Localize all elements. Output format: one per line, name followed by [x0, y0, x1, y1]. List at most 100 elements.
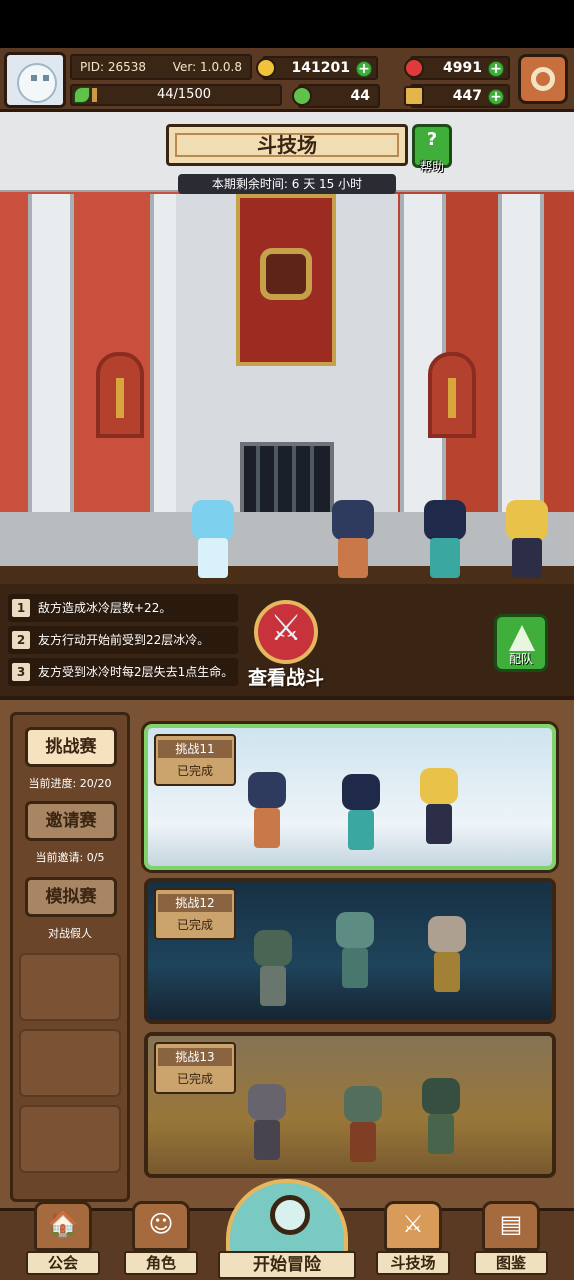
- hero-head: [506, 500, 548, 540]
- challenge-name: 挑战11: [158, 740, 232, 758]
- hero-body: [426, 804, 452, 844]
- clover-counter: 44: [292, 84, 380, 108]
- xp-value: 44/1500: [156, 87, 211, 102]
- ally-hero-2: [410, 492, 480, 582]
- modifier-text: 友方受到冰冷时每2层失去1点生命。: [38, 665, 234, 679]
- challenge-card[interactable]: 挑战13 已完成: [144, 1032, 556, 1178]
- nav-adventure[interactable]: 开始冒险: [218, 1179, 356, 1280]
- season-timer: 本期剩余时间: 6 天 15 小时: [178, 174, 396, 194]
- mode-sidebar: 挑战赛 当前进度: 20/20 邀请赛 当前邀请: 0/5 模拟赛 对战假人: [10, 712, 130, 1202]
- page-title: 斗技场: [166, 124, 408, 166]
- scroll-counter: 447 +: [404, 84, 510, 108]
- modifier-line: 2 友方行动开始前受到22层冰冷。: [8, 626, 238, 654]
- nav-character[interactable]: ☺ 角色: [124, 1201, 198, 1280]
- challenge-tag: 挑战11 已完成: [154, 734, 236, 786]
- hero-body: [430, 538, 460, 578]
- challenge-status: 已完成: [176, 1072, 213, 1086]
- red-gem-icon: [404, 58, 424, 78]
- arena-panel: 挑战赛 当前进度: 20/20 邀请赛 当前邀请: 0/5 模拟赛 对战假人 挑…: [0, 696, 574, 1208]
- hero-head: [248, 772, 286, 808]
- avatar-face: [17, 63, 57, 103]
- invite-mode-button[interactable]: 邀请赛: [25, 801, 117, 841]
- nav-codex[interactable]: ▤ 图鉴: [474, 1201, 548, 1280]
- resource-bar: PID: 26538 Ver: 1.0.0.8 44/1500 141201 +…: [0, 48, 574, 112]
- hero-body: [338, 538, 368, 578]
- wall-niche: [96, 352, 144, 438]
- gear-icon: [531, 67, 555, 91]
- add-gold-button[interactable]: +: [356, 61, 372, 77]
- sword-icon: [116, 378, 124, 418]
- face-icon: ☺: [148, 1210, 174, 1238]
- modifier-line: 1 敌方造成冰冷层数+22。: [8, 594, 238, 622]
- clover-value: 44: [350, 88, 370, 104]
- settings-button[interactable]: [518, 54, 568, 104]
- bottom-nav: 🏠 公会 ☺ 角色 开始冒险 ⚔ 斗技场 ▤ 图鉴: [0, 1179, 574, 1280]
- gold-counter: 141201 +: [256, 56, 378, 80]
- modifier-line: 3 友方受到冰冷时每2层失去1点生命。: [8, 658, 238, 686]
- challenge-status: 已完成: [176, 764, 213, 778]
- gem-value: 4991: [443, 60, 482, 76]
- sword-icon: [448, 378, 456, 418]
- xp-bar: 44/1500: [70, 84, 282, 106]
- modifier-text: 敌方造成冰冷层数+22。: [38, 601, 172, 615]
- challenge-status: 已完成: [176, 918, 213, 932]
- scroll-value: 447: [452, 88, 482, 104]
- arena-banner: [236, 194, 336, 366]
- add-scroll-button[interactable]: +: [488, 89, 504, 105]
- nav-arena[interactable]: ⚔ 斗技场: [376, 1201, 450, 1280]
- team-setup-button[interactable]: 配队: [494, 614, 548, 672]
- nav-adventure-label: 开始冒险: [218, 1251, 356, 1279]
- hero-body: [512, 538, 542, 578]
- ally-hero-1: [318, 492, 388, 582]
- enemy-ice-queen: [178, 492, 248, 582]
- challenge-mode-button[interactable]: 挑战赛: [25, 727, 117, 767]
- game-version: Ver: 1.0.0.8: [172, 60, 242, 74]
- help-button[interactable]: ? 帮助: [412, 124, 452, 174]
- scene-pillar: [498, 194, 544, 514]
- simulate-mode-button[interactable]: 模拟赛: [25, 877, 117, 917]
- hero-body: [348, 810, 374, 850]
- challenge-name: 挑战13: [158, 1048, 232, 1066]
- team-setup-label: 配队: [508, 652, 533, 666]
- hero-head: [420, 768, 458, 804]
- view-battle-label: 查看战斗: [247, 667, 324, 689]
- shop-icon: 🏠: [48, 1210, 78, 1238]
- team-hero: [332, 770, 390, 854]
- ally-hero-3: [492, 492, 562, 582]
- avatar-eye: [43, 75, 49, 81]
- challenge-card[interactable]: 挑战12 已完成: [144, 878, 556, 1024]
- view-battle-button[interactable]: 查看战斗: [232, 600, 340, 692]
- crossed-swords-icon: ⚔: [402, 1210, 424, 1238]
- team-hero: [238, 768, 296, 852]
- player-id: PID: 26538: [80, 60, 147, 74]
- modifier-number: 1: [12, 599, 30, 617]
- clover-icon: [292, 86, 312, 106]
- avatar-eye: [31, 75, 37, 81]
- status-bar: [0, 0, 574, 48]
- arena-icon: ⚔: [384, 1201, 442, 1251]
- book-icon: ▤: [499, 1210, 523, 1238]
- player-info: PID: 26538 Ver: 1.0.0.8: [70, 54, 252, 80]
- nav-guild[interactable]: 🏠 公会: [26, 1201, 100, 1280]
- hero-body: [254, 808, 280, 848]
- add-gem-button[interactable]: +: [488, 61, 504, 77]
- banner-emblem: [260, 248, 312, 300]
- help-label: 帮助: [419, 160, 444, 174]
- modifier-text: 友方行动开始前受到22层冰冷。: [38, 633, 210, 647]
- question-icon: ?: [426, 129, 438, 150]
- codex-icon: ▤: [482, 1201, 540, 1251]
- nav-arena-label: 斗技场: [376, 1251, 450, 1275]
- gold-coin-icon: [256, 58, 276, 78]
- guild-icon: 🏠: [34, 1201, 92, 1251]
- scene-floor-edge: [0, 566, 574, 584]
- hero-head: [192, 500, 234, 540]
- hero-head: [332, 500, 374, 540]
- simulate-note: 对战假人: [48, 927, 92, 940]
- modifier-number: 3: [12, 663, 30, 681]
- magnifier-icon: [226, 1179, 348, 1255]
- nav-guild-label: 公会: [26, 1251, 100, 1275]
- player-avatar[interactable]: [4, 52, 66, 108]
- challenge-name: 挑战12: [158, 894, 232, 912]
- challenge-card[interactable]: 挑战11 已完成: [144, 724, 556, 870]
- challenge-progress: 当前进度: 20/20: [28, 777, 112, 790]
